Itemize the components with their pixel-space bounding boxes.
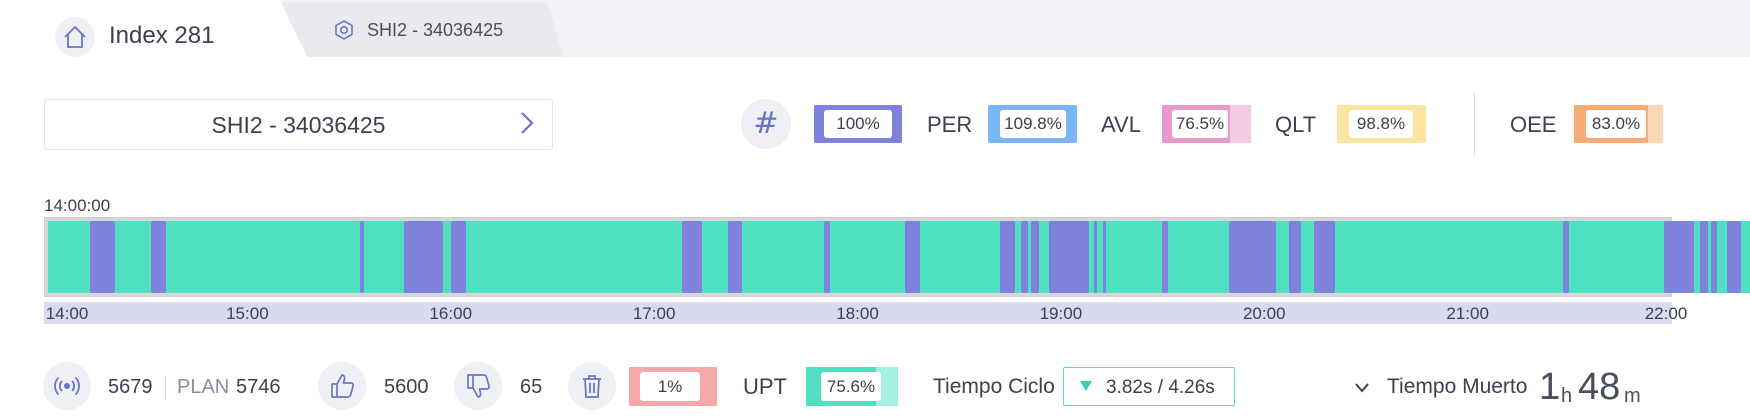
stat-separator	[165, 376, 166, 400]
timeline-stop-segment[interactable]	[904, 221, 920, 293]
thumbs-up-icon[interactable]	[318, 362, 366, 410]
timeline-tick-label: 14:00	[45, 304, 89, 323]
timeline-stop-segment[interactable]	[1031, 221, 1040, 293]
timeline-stop-segment[interactable]	[359, 221, 364, 293]
timeline-stop-segment[interactable]	[450, 221, 467, 293]
timeline-tick-label: 21:00	[1446, 304, 1489, 323]
tiempo-muerto-hours: 1	[1539, 366, 1561, 408]
hash-button[interactable]: #	[741, 99, 791, 149]
timeline-stop-segment[interactable]	[1562, 221, 1569, 293]
timeline-tick-label: 20:00	[1242, 304, 1286, 323]
qlt-kpi-box: 98.8%	[1337, 105, 1426, 143]
per-kpi-value: 109.8%	[1000, 110, 1066, 138]
upt-label: UPT	[743, 374, 787, 399]
total-count: 5679	[108, 376, 153, 398]
timeline-tick-label: 17:00	[632, 304, 676, 323]
timeline-tick-label: 22:00	[1644, 304, 1688, 323]
arrow-down-icon	[1080, 381, 1092, 391]
hexagon-icon	[333, 19, 355, 46]
timeline-stop-segment[interactable]	[681, 221, 703, 293]
qlt-label: QLT	[1275, 112, 1317, 137]
kpi-divider	[1474, 92, 1475, 157]
timeline-stop-segment[interactable]	[404, 221, 443, 293]
timeline-stop-segment[interactable]	[1313, 221, 1335, 293]
avl-kpi-value: 76.5%	[1172, 110, 1228, 138]
timeline-stop-segment[interactable]	[1021, 221, 1029, 293]
timeline-tick-label: 19:00	[1039, 304, 1083, 323]
per-label: PER	[927, 112, 973, 137]
tab-machine-label[interactable]: SHI2 - 34036425	[367, 20, 503, 41]
timeline-tick-label: 18:00	[836, 304, 879, 323]
plan-label: PLAN	[177, 376, 230, 398]
thumbs-down-icon[interactable]	[454, 362, 502, 410]
machine-selector[interactable]: SHI2 - 34036425	[44, 99, 553, 150]
timeline-stop-segment[interactable]	[1161, 221, 1168, 293]
trash-icon[interactable]	[568, 362, 616, 410]
home-icon[interactable]	[55, 17, 95, 57]
tiempo-muerto-minutes-unit: m	[1624, 385, 1641, 407]
plan-value: 5746	[236, 376, 281, 398]
scrap-box: 1%	[629, 367, 717, 406]
oee-kpi-box: 83.0%	[1574, 105, 1663, 143]
oee-label: OEE	[1510, 112, 1557, 137]
timeline-running-segment	[48, 221, 1750, 293]
timeline-tick-label: 16:00	[429, 304, 473, 323]
timeline-start-label: 14:00:00	[44, 196, 111, 215]
timeline-stop-segment[interactable]	[1228, 221, 1277, 293]
tiempo-muerto-label[interactable]: Tiempo Muerto	[1387, 375, 1527, 399]
timeline-stop-segment[interactable]	[728, 221, 742, 293]
tiempo-muerto-hours-unit: h	[1561, 385, 1573, 407]
tiempo-ciclo-label: Tiempo Ciclo	[933, 375, 1055, 398]
chevron-down-icon[interactable]	[1354, 381, 1370, 399]
timeline-stop-segment[interactable]	[89, 221, 115, 293]
upt-value: 75.6%	[821, 372, 881, 401]
timeline-stop-segment[interactable]	[823, 221, 830, 293]
timeline-stop-segment[interactable]	[1049, 221, 1089, 293]
tab-home-label[interactable]: Index 281	[109, 22, 214, 50]
tiempo-ciclo-value: 3.82s / 4.26s	[1106, 377, 1215, 398]
production-timeline[interactable]	[44, 217, 1750, 297]
timeline-stop-segment[interactable]	[999, 221, 1015, 293]
timeline-stop-segment[interactable]	[1726, 221, 1741, 293]
chevron-right-icon[interactable]	[520, 111, 534, 140]
bad-count: 65	[520, 376, 543, 398]
timeline-stop-segment[interactable]	[1289, 221, 1302, 293]
tiempo-muerto-minutes: 48	[1578, 366, 1621, 408]
qlt-kpi-value: 98.8%	[1349, 110, 1413, 138]
timeline-stop-segment[interactable]	[1103, 221, 1107, 293]
timeline-tick-label: 15:00	[226, 304, 269, 323]
machine-selector-label: SHI2 - 34036425	[211, 112, 386, 138]
good-count: 5600	[384, 376, 429, 398]
total-kpi-value: 100%	[824, 110, 892, 138]
scrap-value: 1%	[640, 372, 700, 401]
timeline-stop-segment[interactable]	[1093, 221, 1097, 293]
total-kpi-box: 100%	[814, 105, 902, 143]
timeline-stop-segment[interactable]	[151, 221, 167, 293]
tiempo-ciclo-box: 3.82s / 4.26s	[1063, 367, 1235, 406]
signal-icon[interactable]	[43, 362, 91, 410]
timeline-stop-segment[interactable]	[1700, 221, 1709, 293]
timeline-stop-segment[interactable]	[1710, 221, 1717, 293]
tab-bar: Index 281 SHI2 - 34036425	[0, 0, 1750, 57]
oee-kpi-value: 83.0%	[1586, 110, 1646, 138]
avl-kpi-box: 76.5%	[1162, 105, 1251, 143]
per-kpi-box: 109.8%	[988, 105, 1077, 143]
avl-label: AVL	[1101, 112, 1141, 137]
timeline-stop-segment[interactable]	[1663, 221, 1695, 293]
